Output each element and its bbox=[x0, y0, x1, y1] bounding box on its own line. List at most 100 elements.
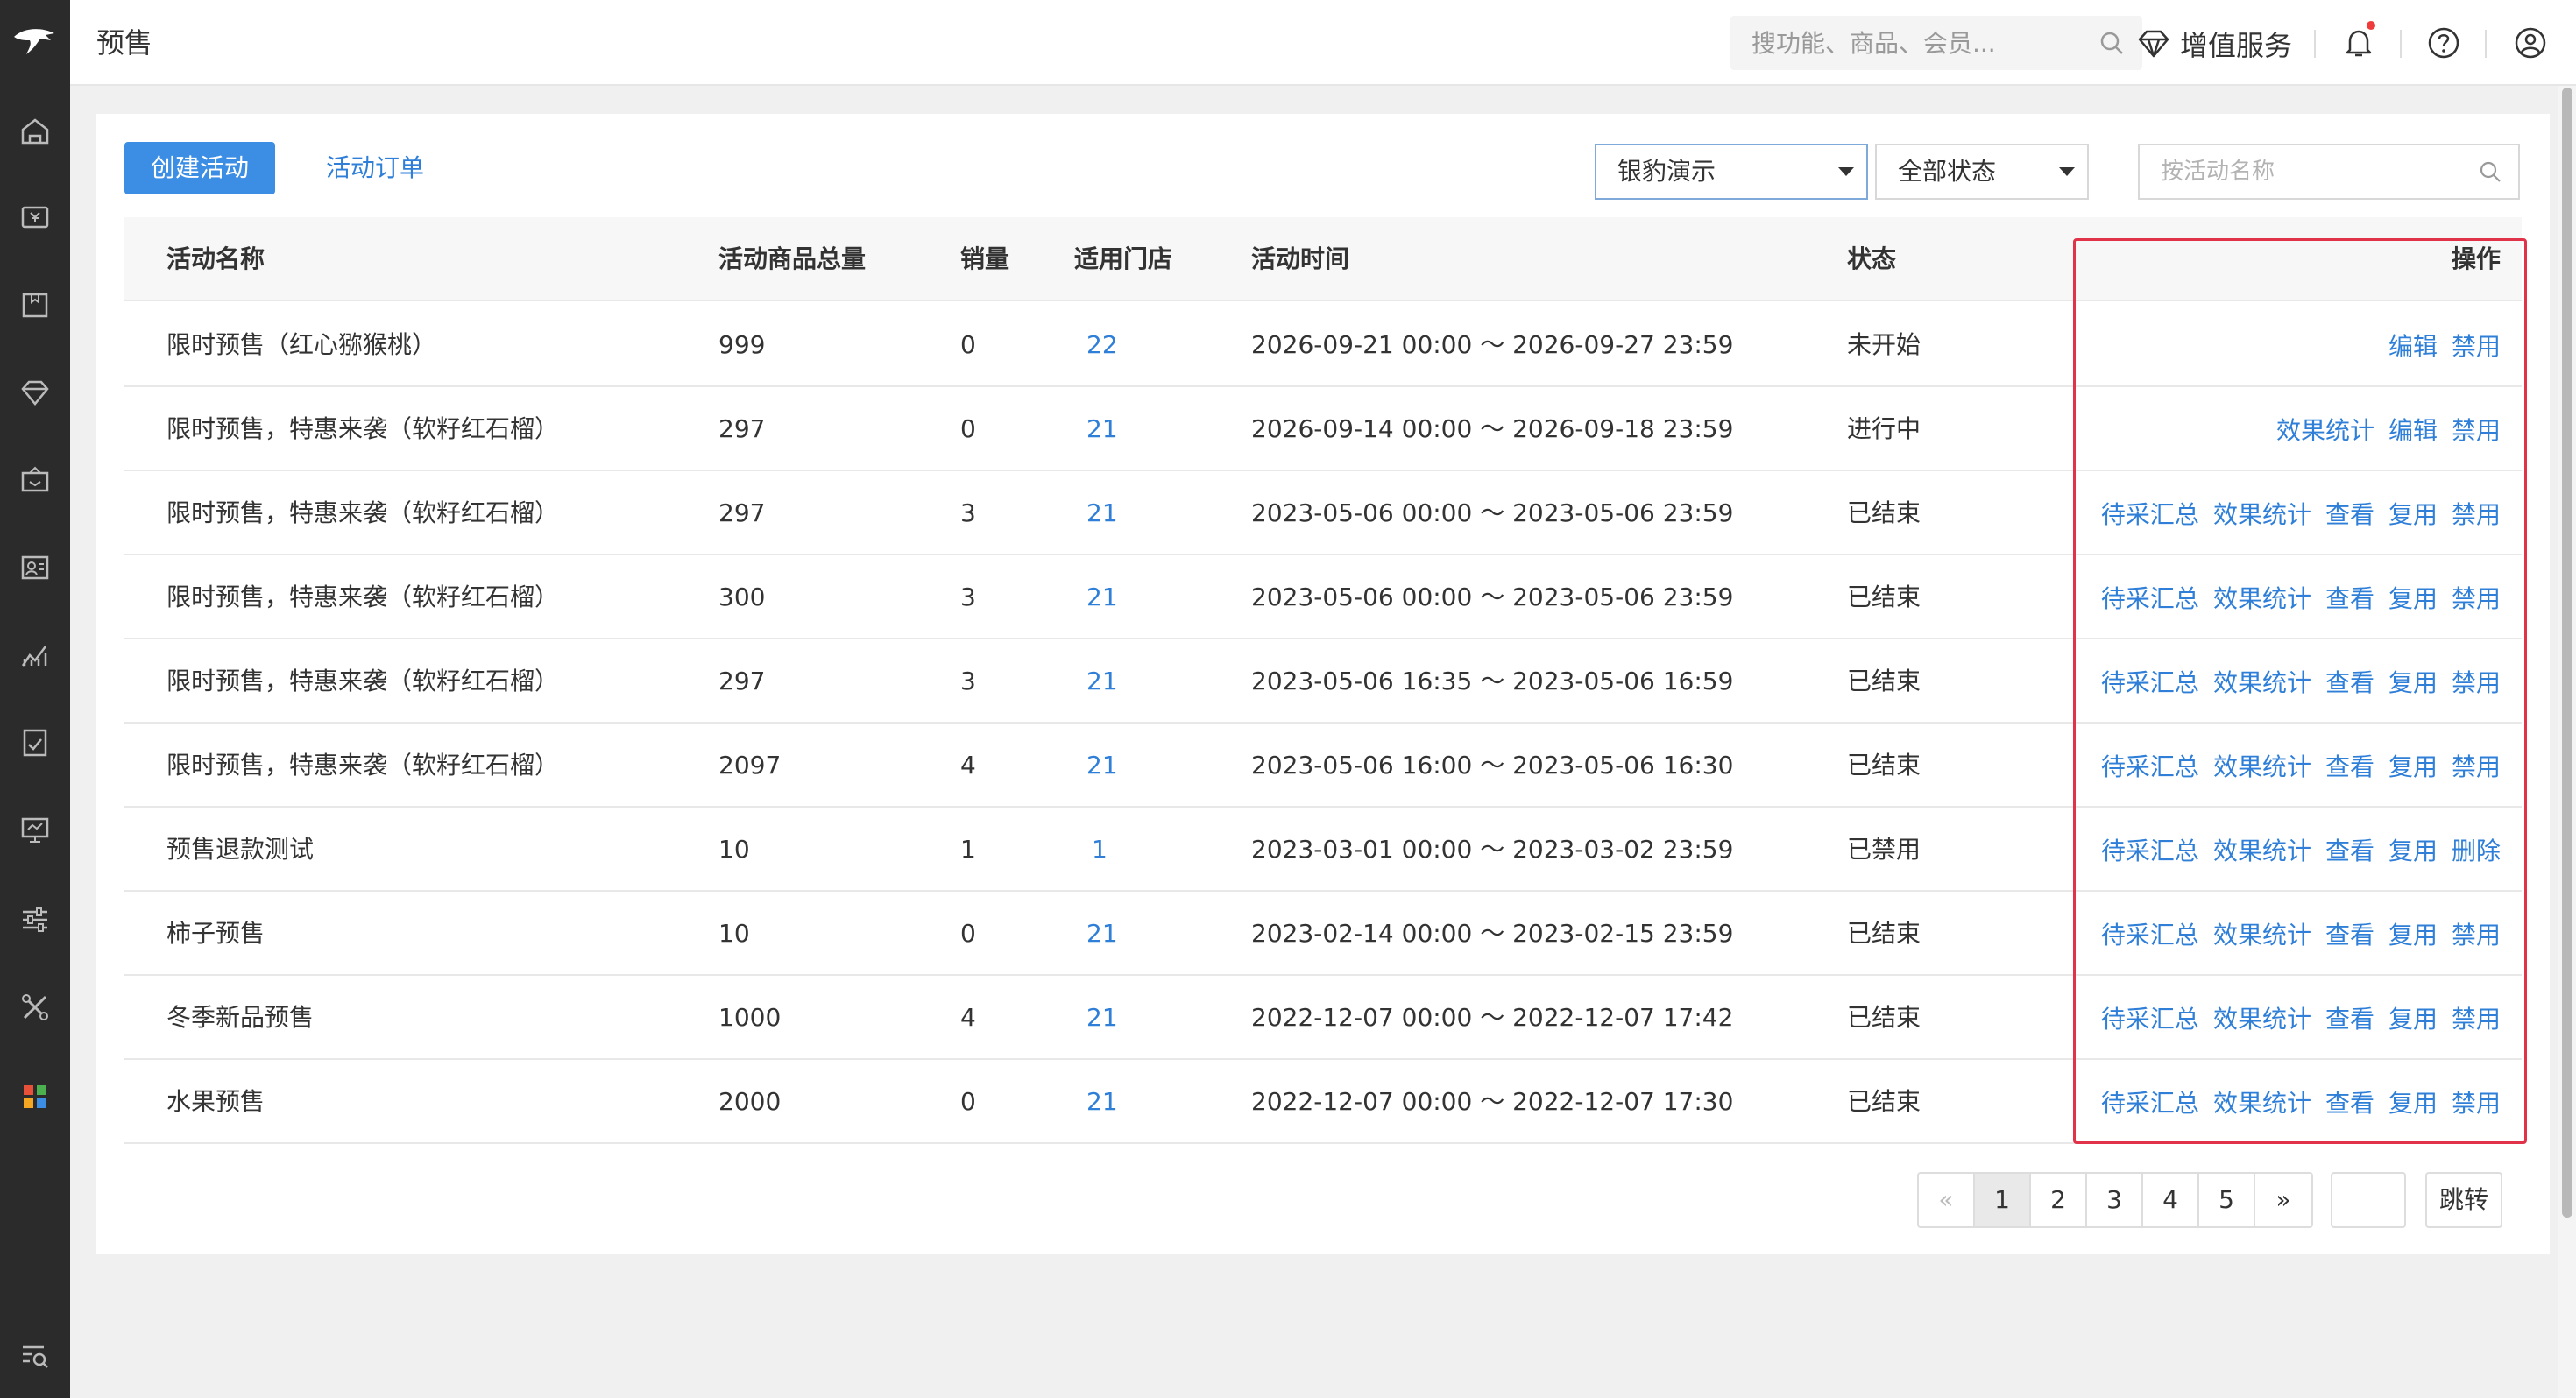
cash-register-icon[interactable] bbox=[0, 191, 70, 244]
op-link-view[interactable]: 查看 bbox=[2325, 832, 2374, 867]
op-link-reuse[interactable]: 复用 bbox=[2388, 1000, 2438, 1035]
applicable-stores-link[interactable]: 21 bbox=[1086, 724, 1118, 808]
op-link-disable[interactable]: 禁用 bbox=[2452, 748, 2501, 783]
pagination-prev[interactable]: « bbox=[1919, 1174, 1975, 1226]
op-link-reuse[interactable]: 复用 bbox=[2388, 580, 2438, 615]
sales-cell: 0 bbox=[960, 919, 976, 948]
op-link-view[interactable]: 查看 bbox=[2325, 1000, 2374, 1035]
product-box-icon[interactable] bbox=[0, 279, 70, 331]
op-link-purchase-summary[interactable]: 待采汇总 bbox=[2101, 580, 2199, 615]
status-select[interactable]: 全部状态 bbox=[1875, 144, 2089, 200]
activity-orders-link[interactable]: 活动订单 bbox=[326, 142, 424, 194]
op-link-effect-stats[interactable]: 效果统计 bbox=[2213, 1000, 2311, 1035]
pagination-next[interactable]: » bbox=[2255, 1174, 2311, 1226]
op-link-view[interactable]: 查看 bbox=[2325, 916, 2374, 951]
global-search[interactable] bbox=[1730, 16, 2142, 70]
op-link-disable[interactable]: 禁用 bbox=[2452, 1084, 2501, 1119]
op-link-purchase-summary[interactable]: 待采汇总 bbox=[2101, 832, 2199, 867]
op-link-purchase-summary[interactable]: 待采汇总 bbox=[2101, 664, 2199, 699]
op-link-purchase-summary[interactable]: 待采汇总 bbox=[2101, 1084, 2199, 1119]
total-quantity-cell: 297 bbox=[718, 667, 766, 695]
op-link-purchase-summary[interactable]: 待采汇总 bbox=[2101, 748, 2199, 783]
table-row: 柿子预售 10 0 21 2023-02-14 00:00 ～ 2023-02-15 2… bbox=[124, 892, 2522, 976]
pagination-page-2[interactable]: 2 bbox=[2031, 1174, 2087, 1226]
op-link-effect-stats[interactable]: 效果统计 bbox=[2213, 496, 2311, 531]
op-link-disable[interactable]: 禁用 bbox=[2452, 580, 2501, 615]
activity-name-input[interactable] bbox=[2140, 145, 2473, 198]
bell-icon[interactable] bbox=[2337, 21, 2381, 65]
card-icon[interactable] bbox=[0, 541, 70, 594]
op-link-effect-stats[interactable]: 效果统计 bbox=[2213, 748, 2311, 783]
op-link-reuse[interactable]: 复用 bbox=[2388, 1084, 2438, 1119]
applicable-stores-link[interactable]: 22 bbox=[1086, 303, 1118, 387]
op-link-disable[interactable]: 禁用 bbox=[2452, 328, 2501, 363]
op-link-purchase-summary[interactable]: 待采汇总 bbox=[2101, 1000, 2199, 1035]
op-link-purchase-summary[interactable]: 待采汇总 bbox=[2101, 496, 2199, 531]
jump-page-input[interactable] bbox=[2331, 1172, 2406, 1228]
member-icon[interactable] bbox=[0, 454, 70, 506]
applicable-stores-link[interactable]: 1 bbox=[1092, 808, 1108, 892]
applicable-stores-link[interactable]: 21 bbox=[1086, 555, 1118, 639]
op-link-effect-stats[interactable]: 效果统计 bbox=[2213, 580, 2311, 615]
op-link-reuse[interactable]: 复用 bbox=[2388, 832, 2438, 867]
op-link-disable[interactable]: 禁用 bbox=[2452, 412, 2501, 447]
search-icon[interactable] bbox=[2098, 30, 2125, 56]
op-link-reuse[interactable]: 复用 bbox=[2388, 748, 2438, 783]
applicable-stores-link[interactable]: 21 bbox=[1086, 892, 1118, 976]
op-link-disable[interactable]: 禁用 bbox=[2452, 496, 2501, 531]
op-link-disable[interactable]: 禁用 bbox=[2452, 916, 2501, 951]
pagination-page-5[interactable]: 5 bbox=[2199, 1174, 2255, 1226]
applicable-stores-link[interactable]: 21 bbox=[1086, 471, 1118, 555]
tools-icon[interactable] bbox=[0, 981, 70, 1034]
report-icon[interactable] bbox=[0, 717, 70, 769]
op-link-delete[interactable]: 删除 bbox=[2452, 832, 2501, 867]
help-icon[interactable] bbox=[2422, 21, 2466, 65]
jump-button[interactable]: 跳转 bbox=[2425, 1172, 2502, 1228]
op-link-reuse[interactable]: 复用 bbox=[2388, 916, 2438, 951]
op-link-effect-stats[interactable]: 效果统计 bbox=[2276, 412, 2374, 447]
op-link-effect-stats[interactable]: 效果统计 bbox=[2213, 664, 2311, 699]
op-link-effect-stats[interactable]: 效果统计 bbox=[2213, 832, 2311, 867]
diamond-icon[interactable] bbox=[0, 366, 70, 419]
op-link-view[interactable]: 查看 bbox=[2325, 580, 2374, 615]
monitor-icon[interactable] bbox=[0, 804, 70, 857]
op-link-reuse[interactable]: 复用 bbox=[2388, 664, 2438, 699]
op-link-view[interactable]: 查看 bbox=[2325, 1084, 2374, 1119]
sales-cell: 1 bbox=[960, 835, 976, 864]
applicable-stores-link[interactable]: 21 bbox=[1086, 976, 1118, 1060]
sliders-icon[interactable] bbox=[0, 893, 70, 946]
search-list-icon[interactable] bbox=[0, 1330, 70, 1382]
op-link-view[interactable]: 查看 bbox=[2325, 664, 2374, 699]
op-link-disable[interactable]: 禁用 bbox=[2452, 664, 2501, 699]
op-link-edit[interactable]: 编辑 bbox=[2388, 412, 2438, 447]
home-icon[interactable] bbox=[0, 105, 70, 158]
op-link-purchase-summary[interactable]: 待采汇总 bbox=[2101, 916, 2199, 951]
apps-icon[interactable] bbox=[0, 1070, 70, 1123]
row-operations: 编辑 禁用 bbox=[2388, 303, 2501, 387]
activity-name-search[interactable] bbox=[2138, 144, 2520, 200]
sales-cell: 0 bbox=[960, 1087, 976, 1116]
op-link-view[interactable]: 查看 bbox=[2325, 748, 2374, 783]
global-search-input[interactable] bbox=[1730, 16, 2081, 70]
logo-icon[interactable] bbox=[0, 0, 70, 84]
pagination-page-4[interactable]: 4 bbox=[2143, 1174, 2199, 1226]
op-link-edit[interactable]: 编辑 bbox=[2388, 328, 2438, 363]
user-icon[interactable] bbox=[2509, 21, 2552, 65]
op-link-reuse[interactable]: 复用 bbox=[2388, 496, 2438, 531]
scrollbar-thumb[interactable] bbox=[2562, 88, 2572, 1218]
create-activity-button[interactable]: 创建活动 bbox=[124, 142, 275, 194]
store-select[interactable]: 银豹演示 bbox=[1595, 144, 1868, 200]
status-cell: 未开始 bbox=[1847, 330, 1921, 359]
pagination-page-3[interactable]: 3 bbox=[2087, 1174, 2143, 1226]
applicable-stores-link[interactable]: 21 bbox=[1086, 1060, 1118, 1144]
pagination-page-1[interactable]: 1 bbox=[1975, 1174, 2031, 1226]
search-icon[interactable] bbox=[2478, 159, 2502, 184]
op-link-effect-stats[interactable]: 效果统计 bbox=[2213, 1084, 2311, 1119]
op-link-effect-stats[interactable]: 效果统计 bbox=[2213, 916, 2311, 951]
value-added-services-button[interactable]: 增值服务 bbox=[2136, 19, 2292, 68]
op-link-disable[interactable]: 禁用 bbox=[2452, 1000, 2501, 1035]
chart-icon[interactable] bbox=[0, 629, 70, 681]
applicable-stores-link[interactable]: 21 bbox=[1086, 387, 1118, 471]
op-link-view[interactable]: 查看 bbox=[2325, 496, 2374, 531]
applicable-stores-link[interactable]: 21 bbox=[1086, 639, 1118, 724]
